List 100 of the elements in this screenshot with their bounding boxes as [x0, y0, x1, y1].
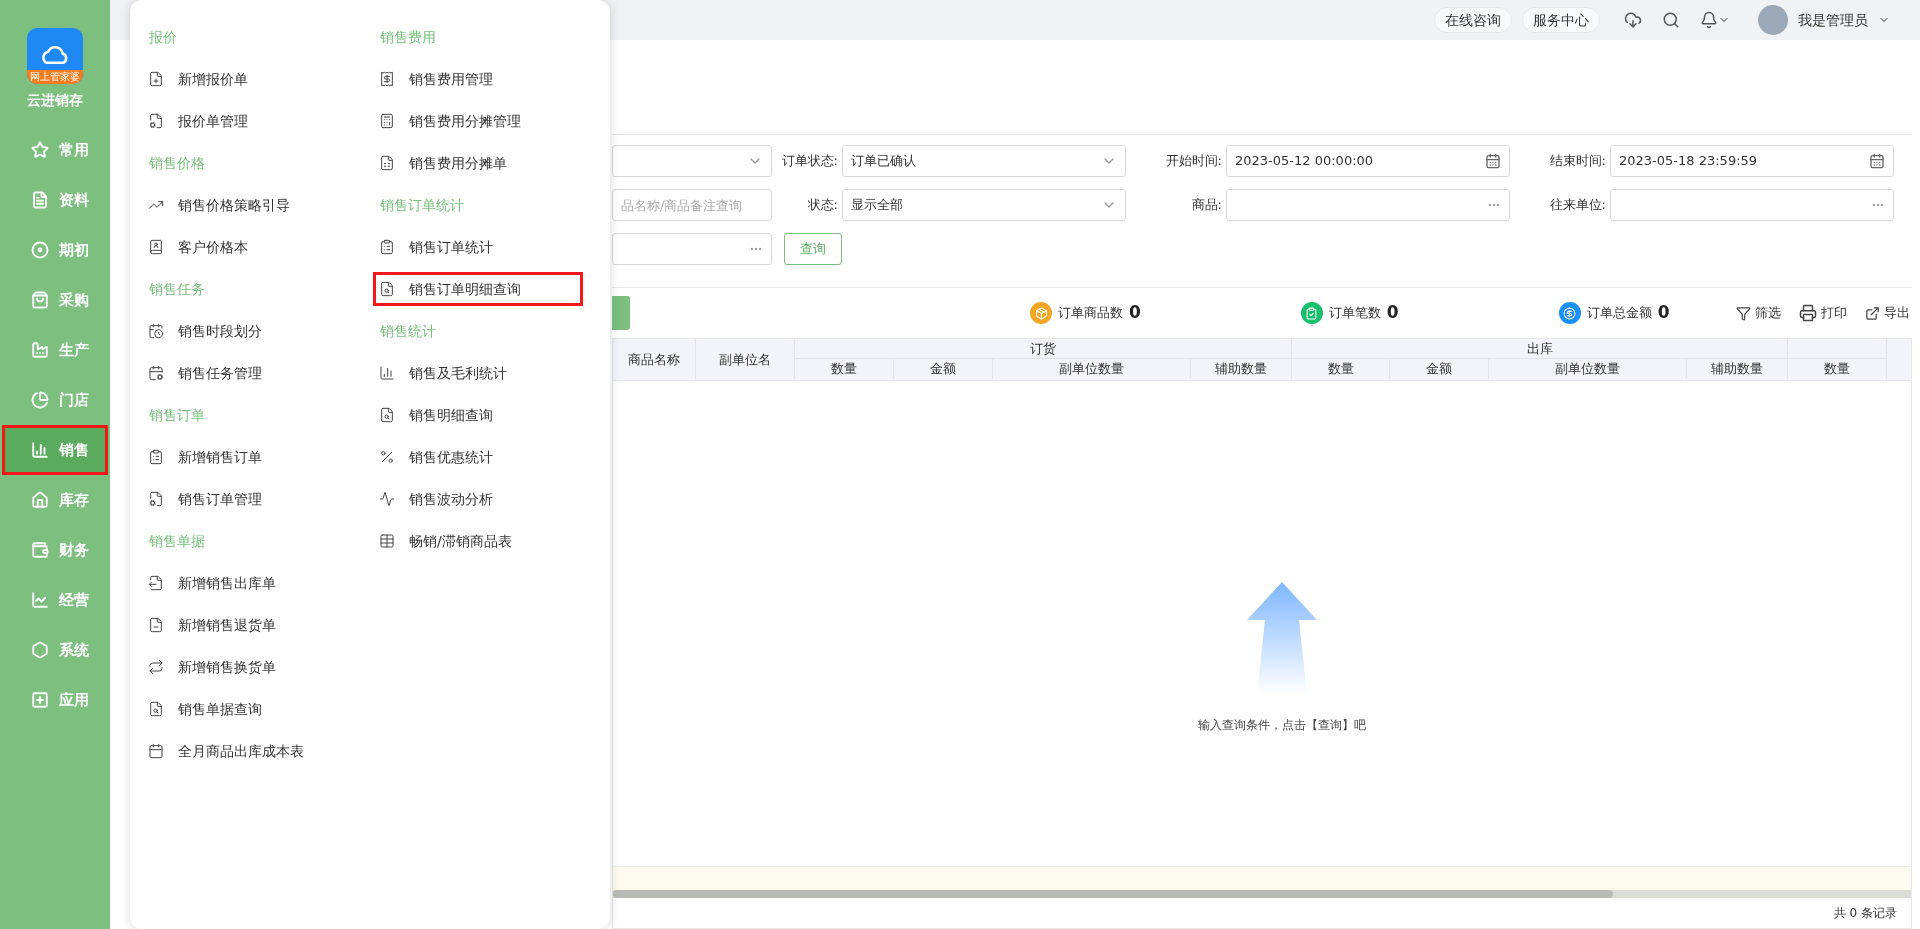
house-icon — [31, 491, 49, 509]
menu-item[interactable]: 新增报价单 — [138, 58, 356, 100]
table-header-cell: 金额 — [894, 359, 993, 379]
disc-icon — [31, 241, 49, 259]
filter-label: 订单状态: — [780, 152, 839, 171]
calendar-icon — [1485, 153, 1501, 169]
menu-item[interactable]: 畅销/滞销商品表 — [369, 520, 587, 562]
menu-item[interactable]: 销售订单明细查询 — [369, 268, 587, 310]
menu-item[interactable]: 销售及毛利统计 — [369, 352, 587, 394]
menu-item[interactable]: 销售订单管理 — [138, 478, 356, 520]
empty-message: 输入查询条件，点击【查询】吧 — [1198, 717, 1366, 734]
summary-value: 0 — [1386, 301, 1399, 325]
document-search-icon — [148, 701, 164, 717]
picker-field[interactable] — [1226, 189, 1510, 221]
menu-item[interactable]: 客户价格本 — [138, 226, 356, 268]
menu-group-title: 销售单据 — [148, 531, 206, 551]
factory-icon — [31, 341, 49, 359]
filter-label: 状态: — [806, 196, 839, 215]
date-field[interactable]: 2023-05-18 23:59:59 — [1610, 145, 1894, 177]
search-field[interactable]: 品名称/商品备注查询 — [612, 189, 772, 221]
top-link-button[interactable]: 服务中心 — [1522, 7, 1600, 33]
top-link-button[interactable]: 在线咨询 — [1434, 7, 1512, 33]
toolbar-button[interactable]: 打印 — [1799, 303, 1847, 323]
table-header-cell: 副单位数量 — [993, 359, 1191, 379]
line-chart-icon — [31, 591, 49, 609]
table-group-header: 出库 — [1292, 339, 1787, 359]
table-header-cell: 数量 — [1292, 359, 1390, 379]
receipt-icon — [379, 71, 395, 87]
wave-icon — [379, 491, 395, 507]
document-icon — [31, 191, 49, 209]
calculator-icon — [379, 113, 395, 129]
menu-item[interactable]: 新增销售出库单 — [138, 562, 356, 604]
list-icon — [148, 449, 164, 465]
bag-icon — [31, 291, 49, 309]
hexagon-icon — [31, 641, 49, 659]
export-icon — [1865, 305, 1880, 321]
menu-item[interactable]: 销售单据查询 — [138, 688, 356, 730]
horizontal-scrollbar[interactable] — [613, 890, 1911, 898]
table-header-cell: 商品名称 — [613, 339, 696, 380]
menu-item[interactable]: 销售价格策略引导 — [138, 184, 356, 226]
bar-chart-icon — [379, 365, 395, 381]
plus-icon — [31, 691, 49, 709]
menu-item[interactable]: 新增销售订单 — [138, 436, 356, 478]
table-header-cell: 数量 — [795, 359, 894, 379]
star-icon — [31, 141, 49, 159]
picker-field[interactable] — [1610, 189, 1894, 221]
pie-chart-icon — [31, 391, 49, 409]
document-search-icon — [379, 407, 395, 423]
menu-group-title: 销售订单统计 — [379, 195, 465, 215]
document-return-icon — [148, 617, 164, 633]
menu-item[interactable]: 新增销售换货单 — [138, 646, 356, 688]
summary-value: 0 — [1129, 301, 1141, 325]
wallet-icon — [31, 541, 49, 559]
toolbar-button[interactable]: 筛选 — [1736, 303, 1781, 323]
menu-group-title: 销售费用 — [379, 27, 437, 47]
select-field[interactable]: 订单已确认 — [842, 145, 1126, 177]
menu-group-title: 销售订单 — [148, 405, 206, 425]
table-header-cell-text: 数量 — [1823, 360, 1851, 379]
document-gear-icon — [148, 113, 164, 129]
cloud-download-icon[interactable] — [1624, 11, 1642, 29]
menu-group-title: 销售任务 — [148, 279, 206, 299]
exchange-icon — [148, 659, 164, 675]
document-out-icon — [148, 575, 164, 591]
bell-icon[interactable] — [1700, 11, 1718, 29]
menu-item[interactable]: 销售波动分析 — [369, 478, 587, 520]
table-header-cell: 金额 — [1390, 359, 1489, 379]
action-button[interactable] — [612, 296, 630, 330]
menu-item[interactable]: 销售优惠统计 — [369, 436, 587, 478]
avatar-icon[interactable] — [1758, 5, 1788, 35]
select-field[interactable]: 显示全部 — [842, 189, 1126, 221]
book-icon — [148, 239, 164, 255]
summary-label: 订单总金额 — [1586, 304, 1652, 323]
menu-item[interactable]: 报价单管理 — [138, 100, 356, 142]
calendar-gear-icon — [148, 365, 164, 381]
select-field[interactable] — [612, 145, 772, 177]
menu-item[interactable]: 销售任务管理 — [138, 352, 356, 394]
filter-label: 结束时间: — [1548, 152, 1607, 171]
summary-label: 订单笔数 — [1328, 304, 1381, 323]
menu-group-title: 销售统计 — [379, 321, 437, 341]
brand-name: 云进销存 — [27, 91, 83, 110]
menu-item[interactable]: 销售明细查询 — [369, 394, 587, 436]
record-count: 共 0 条记录 — [1833, 905, 1897, 922]
menu-group-title: 销售价格 — [148, 153, 206, 173]
menu-item[interactable]: 销售订单统计 — [369, 226, 587, 268]
user-name[interactable]: 我是管理员 — [1798, 9, 1868, 31]
toolbar-button[interactable]: 导出 — [1865, 303, 1910, 323]
menu-item[interactable]: 销售费用分摊管理 — [369, 100, 587, 142]
summary-label: 订单商品数 — [1058, 304, 1123, 323]
table-header-cell: 副单位数量 — [1489, 359, 1687, 379]
summary-value: 0 — [1657, 301, 1670, 325]
search-icon[interactable] — [1662, 11, 1680, 29]
date-field[interactable]: 2023-05-12 00:00:00 — [1226, 145, 1510, 177]
picker-field[interactable] — [612, 233, 772, 265]
menu-item[interactable]: 销售时段划分 — [138, 310, 356, 352]
menu-item[interactable]: 销售费用分摊单 — [369, 142, 587, 184]
table-icon — [379, 533, 395, 549]
menu-item[interactable]: 销售费用管理 — [369, 58, 587, 100]
menu-item[interactable]: 全月商品出库成本表 — [138, 730, 356, 772]
percent-icon — [379, 449, 395, 465]
menu-item[interactable]: 新增销售退货单 — [138, 604, 356, 646]
